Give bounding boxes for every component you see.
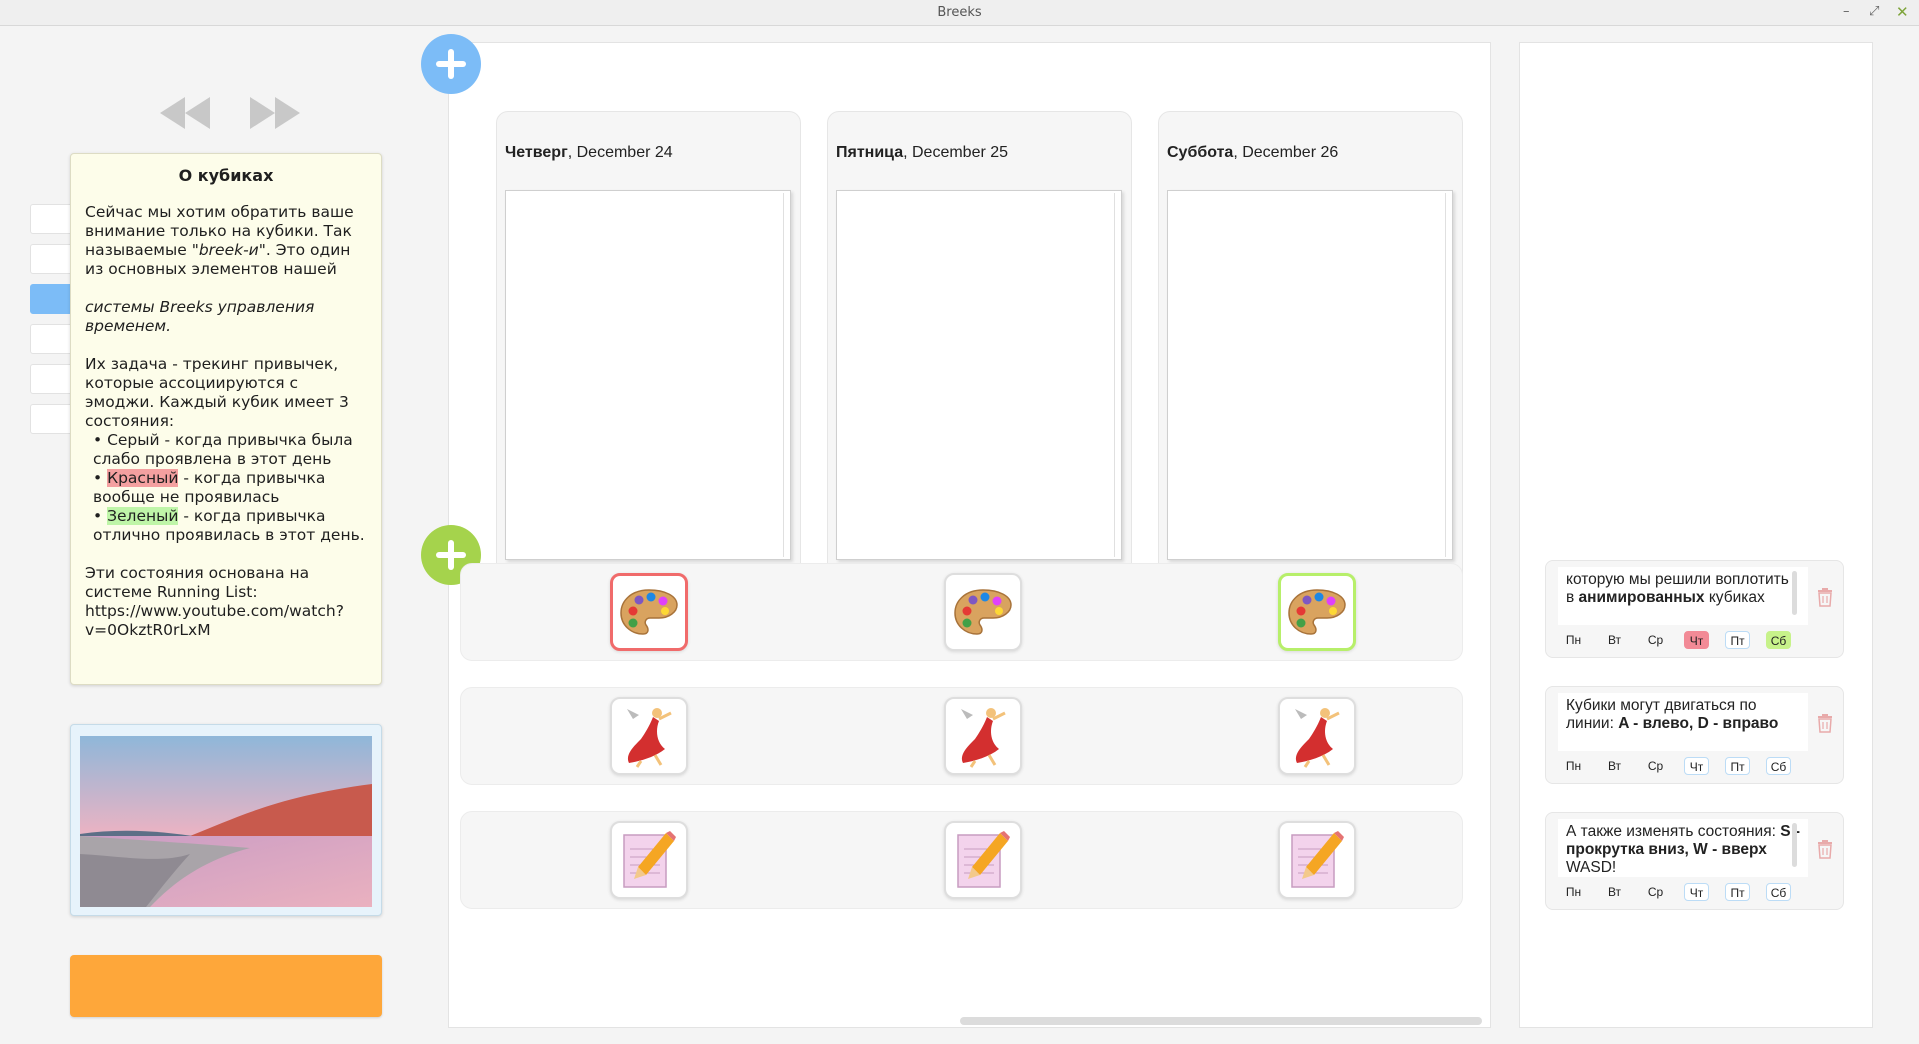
day-chip-fri[interactable]: Пт — [1725, 883, 1750, 901]
day-chip-sat[interactable]: Сб — [1766, 883, 1791, 901]
palette-icon — [620, 589, 678, 635]
prev-week-button[interactable] — [158, 95, 212, 136]
weekday-chips: Пн Вт Ср Чт Пт Сб — [1561, 631, 1807, 649]
dancer-icon — [627, 708, 672, 768]
memo-icon — [1291, 831, 1344, 888]
habit-cube-gray[interactable] — [610, 821, 688, 899]
day-chip-wed[interactable]: Ср — [1643, 631, 1668, 649]
day-chip-sat[interactable]: Сб — [1766, 631, 1791, 649]
day-chip-fri[interactable]: Пт — [1725, 631, 1750, 649]
plus-icon — [436, 49, 466, 79]
note-bullet-gray: • Серый - когда привычка была слабо проя… — [93, 431, 353, 468]
day-chip-tue[interactable]: Вт — [1602, 883, 1627, 901]
day-chip-wed[interactable]: Ср — [1643, 757, 1668, 775]
info-note[interactable]: О кубиках Сейчас мы хотим обратить ваше … — [70, 153, 382, 685]
habit-description[interactable]: А также изменять состояния: S - прокрутк… — [1558, 819, 1808, 877]
palette-icon — [1288, 589, 1346, 635]
note-bullet-red: • Красный - когда привычка вообще не про… — [93, 469, 326, 506]
memo-icon — [623, 831, 676, 888]
note-paragraph-1: Сейчас мы хотим обратить ваше внимание т… — [85, 203, 354, 278]
day-column-saturday: Суббота, December 26 — [1158, 111, 1463, 589]
trash-icon — [1818, 840, 1832, 859]
memo-icon — [957, 831, 1010, 888]
habit-cube-gray[interactable] — [1278, 697, 1356, 775]
habit-card[interactable]: которую мы решили воплотить в анимирован… — [1545, 560, 1844, 658]
day-column-friday: Пятница, December 25 — [827, 111, 1132, 589]
window-titlebar: Breeks – ⤢ ✕ — [0, 0, 1919, 26]
weekday-chips: Пн Вт Ср Чт Пт Сб — [1561, 757, 1807, 775]
window-title: Breeks — [937, 5, 982, 20]
habit-row-palette — [460, 563, 1463, 661]
weekday-chips: Пн Вт Ср Чт Пт Сб — [1561, 883, 1807, 901]
close-button[interactable]: ✕ — [1896, 0, 1909, 25]
minimize-button[interactable]: – — [1843, 0, 1850, 25]
horizontal-scrollbar[interactable] — [960, 1017, 1482, 1025]
habit-row-dancer — [460, 687, 1463, 785]
habit-card[interactable]: Кубики могут двигаться по линии: A - вле… — [1545, 686, 1844, 784]
dancer-icon — [1295, 708, 1340, 768]
day-chip-fri[interactable]: Пт — [1725, 757, 1750, 775]
next-week-button[interactable] — [248, 95, 302, 136]
landscape-image — [80, 736, 372, 907]
habit-description[interactable]: Кубики могут двигаться по линии: A - вле… — [1558, 693, 1808, 751]
trash-icon — [1818, 588, 1832, 607]
habit-description[interactable]: которую мы решили воплотить в анимирован… — [1558, 567, 1808, 625]
habit-row-memo — [460, 811, 1463, 909]
day-header: Суббота, December 26 — [1167, 144, 1339, 161]
day-chip-tue[interactable]: Вт — [1602, 631, 1627, 649]
day-header: Четверг, December 24 — [505, 144, 673, 161]
habit-cube-gray[interactable] — [1278, 821, 1356, 899]
orange-action-button[interactable] — [70, 955, 382, 1017]
habit-cube-gray[interactable] — [944, 821, 1022, 899]
note-bullet-green: • Зеленый - когда привычка отлично прояв… — [93, 507, 365, 544]
trash-icon — [1818, 714, 1832, 733]
day-notes-page[interactable] — [1167, 190, 1453, 560]
note-paragraph-2: системы Breeks управления временем. — [85, 298, 315, 335]
fast-forward-icon — [250, 97, 300, 129]
habit-cube-gray[interactable] — [944, 573, 1022, 651]
day-notes-page[interactable] — [836, 190, 1122, 560]
note-title: О кубиках — [178, 166, 274, 185]
habit-cube-gray[interactable] — [610, 697, 688, 775]
day-column-thursday: Четверг, December 24 — [496, 111, 801, 589]
day-chip-sat[interactable]: Сб — [1766, 757, 1791, 775]
day-chip-mon[interactable]: Пн — [1561, 757, 1586, 775]
restore-button[interactable]: ⤢ — [1869, 0, 1879, 25]
habit-card[interactable]: А также изменять состояния: S - прокрутк… — [1545, 812, 1844, 910]
day-chip-mon[interactable]: Пн — [1561, 883, 1586, 901]
delete-button[interactable] — [1816, 839, 1834, 864]
day-chip-thu[interactable]: Чт — [1684, 883, 1709, 901]
day-chip-thu[interactable]: Чт — [1684, 631, 1709, 649]
note-paragraph-3: Их задача - трекинг привычек, которые ас… — [85, 355, 349, 430]
day-header: Пятница, December 25 — [836, 144, 1009, 161]
add-day-button[interactable] — [421, 34, 481, 94]
habit-cube-gray[interactable] — [944, 697, 1022, 775]
day-chip-thu[interactable]: Чт — [1684, 757, 1709, 775]
day-notes-page[interactable] — [505, 190, 791, 560]
palette-icon — [954, 589, 1012, 635]
rewind-icon — [160, 97, 210, 129]
day-chip-tue[interactable]: Вт — [1602, 757, 1627, 775]
habit-text-scrollbar[interactable] — [1792, 571, 1797, 615]
note-paragraph-4: Эти состояния основана на системе Runnin… — [85, 564, 344, 639]
habit-text-scrollbar[interactable] — [1792, 823, 1797, 867]
delete-button[interactable] — [1816, 713, 1834, 738]
delete-button[interactable] — [1816, 587, 1834, 612]
dancer-icon — [961, 708, 1006, 768]
day-chip-wed[interactable]: Ср — [1643, 883, 1668, 901]
habit-cube-red[interactable] — [610, 573, 688, 651]
image-card[interactable] — [70, 724, 382, 916]
habit-cube-green[interactable] — [1278, 573, 1356, 651]
day-chip-mon[interactable]: Пн — [1561, 631, 1586, 649]
